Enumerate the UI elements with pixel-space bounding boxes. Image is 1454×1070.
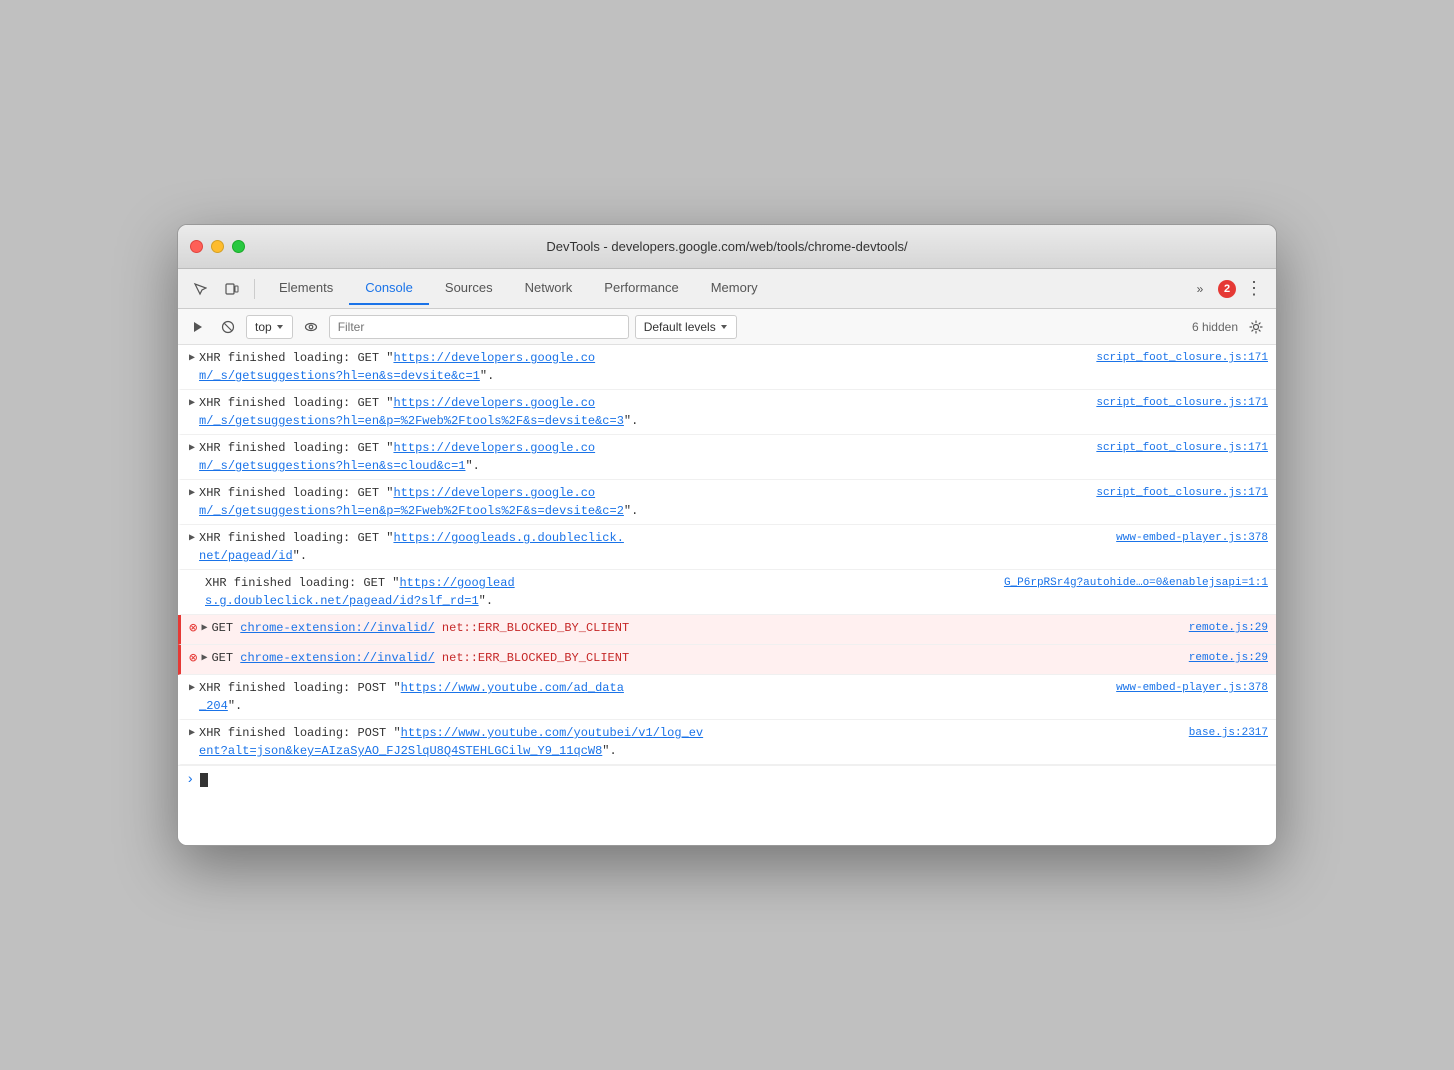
expand-icon[interactable]: ▶ bbox=[189, 682, 195, 694]
console-entry-error: ⊗ ▶ GET chrome-extension://invalid/ net:… bbox=[178, 615, 1276, 645]
toolbar-divider bbox=[254, 279, 255, 299]
maximize-button[interactable] bbox=[232, 240, 245, 253]
device-button[interactable] bbox=[218, 275, 246, 303]
close-button[interactable] bbox=[190, 240, 203, 253]
expand-icon[interactable]: ▶ bbox=[201, 652, 207, 664]
error-message: net::ERR_BLOCKED_BY_CLIENT bbox=[435, 651, 629, 665]
console-entry: ▶ XHR finished loading: GET "https://dev… bbox=[178, 345, 1276, 390]
entry-text: XHR finished loading: GET "https://devel… bbox=[199, 439, 1088, 475]
settings-button[interactable] bbox=[1244, 315, 1268, 339]
console-entry-error: ⊗ ▶ GET chrome-extension://invalid/ net:… bbox=[178, 645, 1276, 675]
error-count-badge[interactable]: 2 bbox=[1218, 280, 1236, 298]
tab-console[interactable]: Console bbox=[349, 272, 429, 305]
expand-icon[interactable]: ▶ bbox=[189, 532, 195, 544]
devtools-tabs: Elements Console Sources Network Perform… bbox=[263, 272, 1182, 305]
entry-link[interactable]: https://developers.google.com/_s/getsugg… bbox=[199, 396, 624, 428]
entry-link[interactable]: chrome-extension://invalid/ bbox=[240, 621, 434, 635]
console-entry: ▶ XHR finished loading: GET "https://dev… bbox=[178, 435, 1276, 480]
devtools-menu-button[interactable]: ⋮ bbox=[1240, 275, 1268, 303]
entry-source[interactable]: script_foot_closure.js:171 bbox=[1096, 487, 1268, 499]
expand-icon[interactable]: ▶ bbox=[189, 727, 195, 739]
entry-link[interactable]: https://www.youtube.com/ad_data_204 bbox=[199, 681, 624, 713]
console-toolbar: top Default levels 6 hidden bbox=[178, 309, 1276, 345]
console-cursor bbox=[200, 773, 208, 787]
devtools-toolbar: Elements Console Sources Network Perform… bbox=[178, 269, 1276, 309]
entry-method: GET bbox=[211, 651, 240, 665]
entry-source[interactable]: G_P6rpRSr4g?autohide…o=0&enablejsapi=1:1 bbox=[1004, 577, 1268, 589]
entry-link[interactable]: https://developers.google.com/_s/getsugg… bbox=[199, 486, 624, 518]
entry-source[interactable]: script_foot_closure.js:171 bbox=[1096, 397, 1268, 409]
tab-memory[interactable]: Memory bbox=[695, 272, 774, 305]
entry-text: XHR finished loading: GET "https://devel… bbox=[199, 349, 1088, 385]
entry-link[interactable]: https://googleads.g.doubleclick.net/page… bbox=[199, 531, 624, 563]
more-tabs-button[interactable]: » bbox=[1186, 275, 1214, 303]
console-input-row[interactable]: › bbox=[178, 765, 1276, 794]
titlebar: DevTools - developers.google.com/web/too… bbox=[178, 225, 1276, 269]
filter-input[interactable] bbox=[329, 315, 629, 339]
entry-text: XHR finished loading: GET "https://devel… bbox=[199, 484, 1088, 520]
entry-source[interactable]: www-embed-player.js:378 bbox=[1116, 532, 1268, 544]
entry-link[interactable]: chrome-extension://invalid/ bbox=[240, 651, 434, 665]
expand-icon[interactable]: ▶ bbox=[201, 622, 207, 634]
entry-source[interactable]: remote.js:29 bbox=[1189, 622, 1268, 634]
expand-icon[interactable]: ▶ bbox=[189, 352, 195, 364]
console-entry: XHR finished loading: GET "https://googl… bbox=[178, 570, 1276, 615]
entry-link[interactable]: https://www.youtube.com/youtubei/v1/log_… bbox=[199, 726, 703, 758]
entry-text: XHR finished loading: GET "https://devel… bbox=[199, 394, 1088, 430]
eye-button[interactable] bbox=[299, 315, 323, 339]
entry-text: XHR finished loading: GET "https://googl… bbox=[199, 529, 1108, 565]
window-title: DevTools - developers.google.com/web/too… bbox=[546, 239, 907, 254]
clear-button[interactable] bbox=[216, 315, 240, 339]
entry-method: GET bbox=[211, 621, 240, 635]
console-entry: ▶ XHR finished loading: POST "https://ww… bbox=[178, 720, 1276, 765]
entry-source[interactable]: script_foot_closure.js:171 bbox=[1096, 442, 1268, 454]
console-entry: ▶ XHR finished loading: GET "https://dev… bbox=[178, 390, 1276, 435]
entry-text: XHR finished loading: GET "https://googl… bbox=[205, 574, 996, 610]
minimize-button[interactable] bbox=[211, 240, 224, 253]
console-entry: ▶ XHR finished loading: GET "https://goo… bbox=[178, 525, 1276, 570]
error-icon: ⊗ bbox=[189, 650, 197, 667]
traffic-lights bbox=[190, 240, 245, 253]
error-message: net::ERR_BLOCKED_BY_CLIENT bbox=[435, 621, 629, 635]
entry-link[interactable]: https://developers.google.com/_s/getsugg… bbox=[199, 441, 595, 473]
console-content: ▶ XHR finished loading: GET "https://dev… bbox=[178, 345, 1276, 845]
hidden-count: 6 hidden bbox=[1192, 320, 1238, 334]
run-button[interactable] bbox=[186, 315, 210, 339]
entry-text: GET chrome-extension://invalid/ net::ERR… bbox=[211, 649, 1180, 667]
console-entry: ▶ XHR finished loading: GET "https://dev… bbox=[178, 480, 1276, 525]
tab-network[interactable]: Network bbox=[509, 272, 589, 305]
error-icon: ⊗ bbox=[189, 620, 197, 637]
entry-link[interactable]: https://googleads.g.doubleclick.net/page… bbox=[205, 576, 515, 608]
entry-text: GET chrome-extension://invalid/ net::ERR… bbox=[211, 619, 1180, 637]
expand-icon[interactable]: ▶ bbox=[189, 442, 195, 454]
tab-sources[interactable]: Sources bbox=[429, 272, 509, 305]
entry-source[interactable]: script_foot_closure.js:171 bbox=[1096, 352, 1268, 364]
console-prompt: › bbox=[186, 772, 194, 788]
entry-source[interactable]: www-embed-player.js:378 bbox=[1116, 682, 1268, 694]
expand-icon[interactable]: ▶ bbox=[189, 487, 195, 499]
toolbar-right: » 2 ⋮ bbox=[1186, 275, 1268, 303]
entry-text: XHR finished loading: POST "https://www.… bbox=[199, 724, 1181, 760]
entry-source[interactable]: remote.js:29 bbox=[1189, 652, 1268, 664]
tab-performance[interactable]: Performance bbox=[588, 272, 694, 305]
expand-icon[interactable]: ▶ bbox=[189, 397, 195, 409]
tab-elements[interactable]: Elements bbox=[263, 272, 349, 305]
entry-text: XHR finished loading: POST "https://www.… bbox=[199, 679, 1108, 715]
levels-dropdown[interactable]: Default levels bbox=[635, 315, 737, 339]
entry-source[interactable]: base.js:2317 bbox=[1189, 727, 1268, 739]
inspect-button[interactable] bbox=[186, 275, 214, 303]
context-select[interactable]: top bbox=[246, 315, 293, 339]
entry-link[interactable]: https://developers.google.com/_s/getsugg… bbox=[199, 351, 595, 383]
console-entry: ▶ XHR finished loading: POST "https://ww… bbox=[178, 675, 1276, 720]
devtools-window: DevTools - developers.google.com/web/too… bbox=[177, 224, 1277, 846]
